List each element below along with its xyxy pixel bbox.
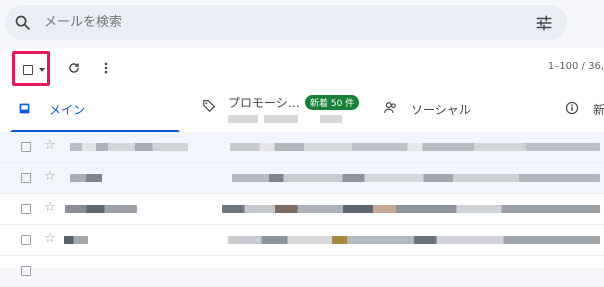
new-count-badge: 新着 50 件 [305, 95, 360, 110]
star-icon[interactable]: ☆ [44, 169, 56, 184]
email-list: ☆ ☆ ☆ ☆ [0, 132, 604, 287]
redacted-sender [70, 174, 102, 182]
search-bar[interactable] [5, 5, 567, 40]
redacted-subject [232, 174, 600, 182]
redacted-subject [222, 205, 600, 213]
category-tabs: メイン プロモーシ… 新着 50 件 ソーシャル 新 [0, 88, 604, 133]
search-icon[interactable] [14, 14, 31, 31]
pagination-text: 1–100 / 36, [547, 61, 604, 72]
select-all-button[interactable] [12, 51, 50, 86]
inbox-icon [19, 103, 30, 114]
star-icon[interactable]: ☆ [44, 231, 56, 246]
row-checkbox[interactable] [21, 142, 31, 152]
tune-icon[interactable] [535, 14, 553, 32]
tab-updates-label: 新 [593, 103, 604, 117]
row-checkbox[interactable] [21, 173, 31, 183]
redacted-sender [64, 236, 88, 244]
search-input[interactable] [44, 13, 484, 31]
checkbox-icon[interactable] [23, 65, 33, 75]
caret-down-icon[interactable] [39, 68, 45, 72]
toolbar: 1–100 / 36, [0, 48, 604, 88]
tab-main-label: メイン [49, 103, 86, 117]
info-icon [565, 101, 579, 115]
row-checkbox[interactable] [21, 235, 31, 245]
refresh-icon[interactable] [67, 61, 81, 75]
email-row[interactable]: ☆ [0, 194, 604, 225]
row-checkbox[interactable] [21, 204, 31, 214]
tab-main[interactable]: メイン [0, 88, 180, 133]
mail-panel: 1–100 / 36, メイン プロモーシ… 新着 50 件 ソーシャル 新 ☆… [0, 48, 604, 287]
email-row[interactable]: ☆ [0, 163, 604, 194]
email-row[interactable]: ☆ [0, 132, 604, 163]
tab-promotions-label: プロモーシ… [228, 96, 300, 110]
tag-icon [203, 100, 216, 113]
redacted-sender [70, 143, 188, 151]
tab-social-label: ソーシャル [411, 103, 471, 117]
tab-preview [228, 115, 348, 123]
tab-promotions[interactable]: プロモーシ… 新着 50 件 [190, 88, 370, 132]
redacted-subject [228, 236, 600, 244]
tab-social[interactable]: ソーシャル [370, 88, 550, 132]
email-row[interactable]: ☆ [0, 225, 604, 256]
more-vert-icon[interactable] [99, 61, 113, 75]
people-icon [384, 102, 396, 113]
redacted-subject [230, 143, 600, 151]
star-icon[interactable]: ☆ [44, 200, 56, 215]
email-row[interactable] [0, 256, 604, 287]
tab-updates[interactable]: 新 [555, 88, 604, 132]
redacted-sender [65, 205, 137, 213]
star-icon[interactable]: ☆ [44, 138, 56, 153]
